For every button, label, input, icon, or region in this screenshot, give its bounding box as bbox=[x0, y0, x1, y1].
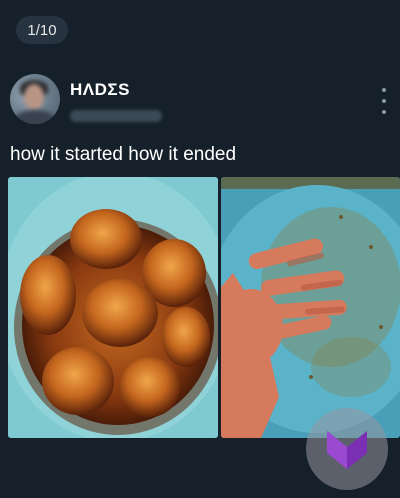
dot-icon bbox=[382, 99, 386, 103]
more-options-icon[interactable] bbox=[376, 88, 392, 114]
avatar-shirt bbox=[14, 110, 56, 124]
post-image-after[interactable] bbox=[221, 177, 400, 438]
author-handle-blurred bbox=[70, 110, 162, 122]
empty-plate-illustration bbox=[221, 177, 400, 438]
avatar-face bbox=[24, 84, 44, 110]
purple-chevron-icon bbox=[327, 431, 367, 469]
post-image-before[interactable] bbox=[8, 177, 218, 438]
dot-icon bbox=[382, 110, 386, 114]
image-counter: 1/10 bbox=[16, 16, 68, 44]
author-display-name[interactable]: HΛDΣS bbox=[70, 80, 130, 100]
avatar[interactable] bbox=[10, 74, 60, 124]
post-text: how it started how it ended bbox=[10, 144, 237, 165]
watermark-logo bbox=[306, 408, 388, 490]
dot-icon bbox=[382, 88, 386, 92]
tahdig-illustration bbox=[8, 177, 218, 438]
